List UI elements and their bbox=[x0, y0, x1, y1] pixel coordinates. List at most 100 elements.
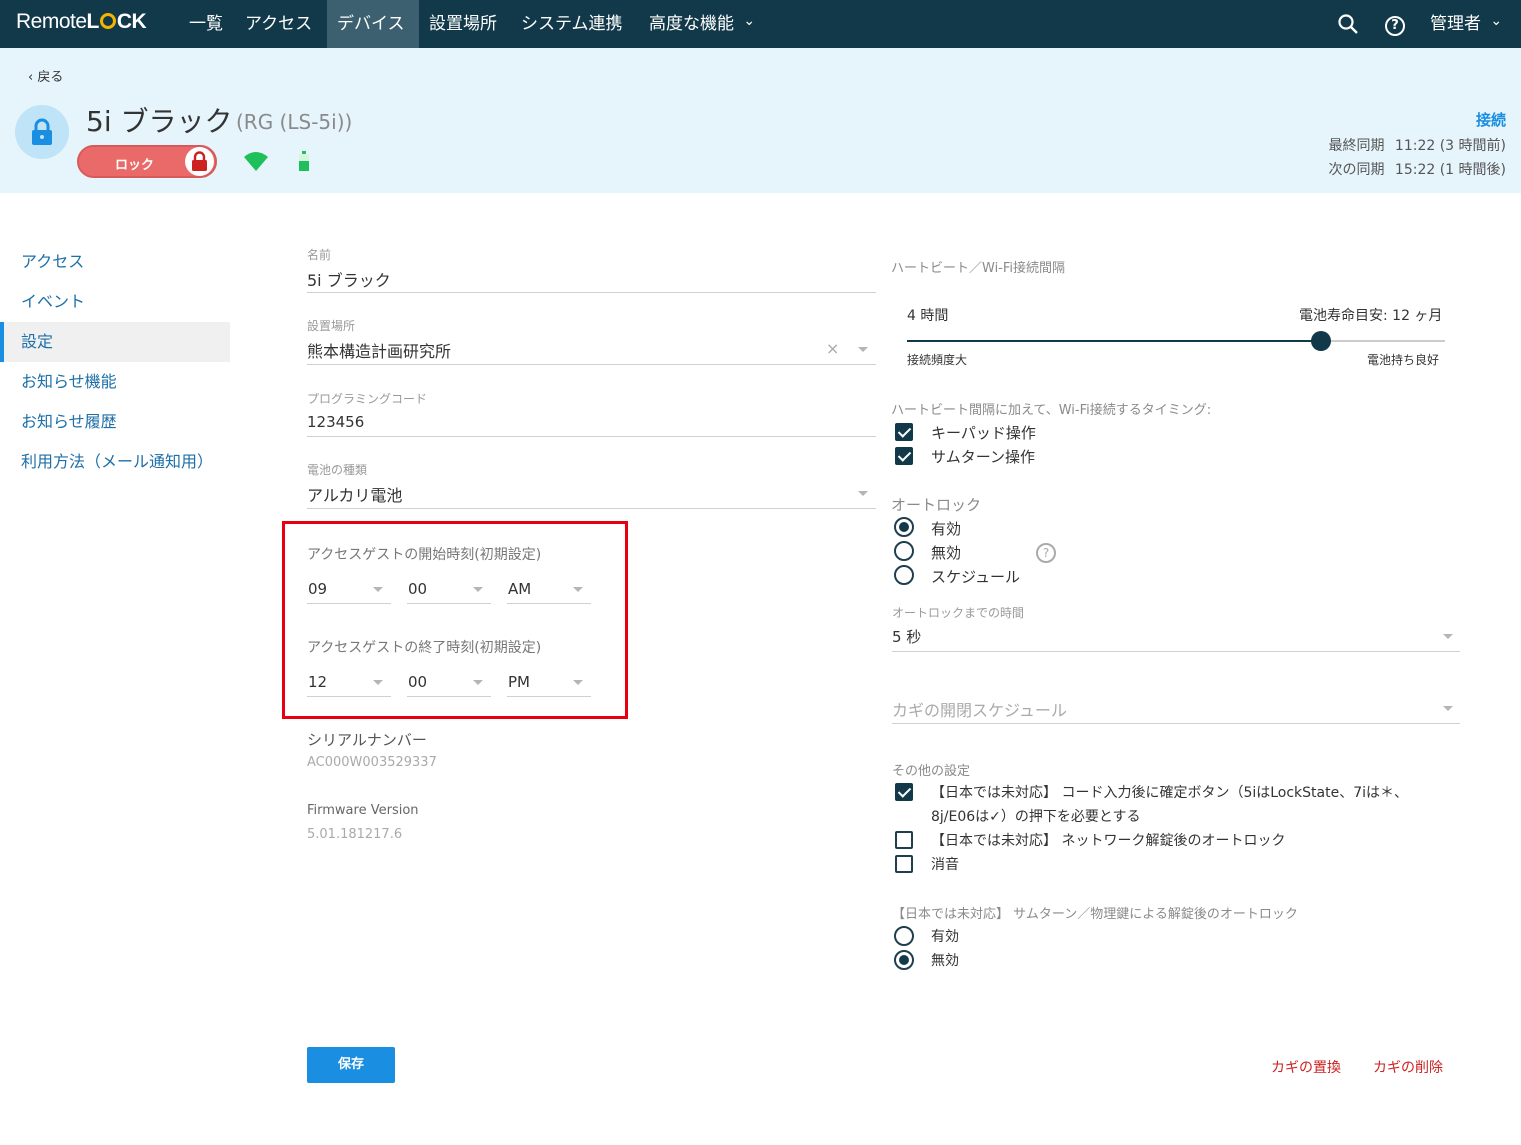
slider-right-label: 電池持ち良好 bbox=[1367, 353, 1440, 367]
keypad-label: キーパッド操作 bbox=[931, 424, 1036, 442]
lock-schedule-underline bbox=[892, 723, 1460, 724]
chevron-down-icon[interactable] bbox=[1443, 634, 1453, 639]
nav-item-list[interactable]: 一覧 bbox=[179, 0, 233, 48]
confirm-button-label-line1: 【日本では未対応】 コード入力後に確定ボタン（5iはLockState、7iは＊… bbox=[931, 785, 1409, 801]
lock-toggle-label: ロック bbox=[115, 158, 155, 173]
battery-type-label: 電池の種類 bbox=[307, 463, 368, 477]
nav-item-devices[interactable]: デバイス bbox=[327, 0, 419, 48]
next-sync-value: 15:22 (1 時間後) bbox=[1394, 162, 1506, 178]
wifi-timing-title: ハートビート間隔に加えて、Wi-Fi接続するタイミング: bbox=[891, 403, 1212, 418]
guest-start-ampm-select[interactable]: AM bbox=[508, 580, 531, 598]
nav-item-advanced[interactable]: 高度な機能 ⌄ bbox=[639, 0, 765, 48]
thumbturn-autolock-enabled-label: 有効 bbox=[931, 929, 959, 945]
chevron-down-icon[interactable] bbox=[473, 680, 483, 685]
thumbturn-label: サムターン操作 bbox=[931, 448, 1035, 466]
heartbeat-slider[interactable] bbox=[907, 330, 1445, 352]
autolock-delay-underline bbox=[892, 651, 1460, 652]
nav-item-integrations[interactable]: システム連携 bbox=[511, 0, 633, 48]
chevron-down-icon[interactable] bbox=[373, 587, 383, 592]
chevron-down-icon[interactable] bbox=[473, 587, 483, 592]
name-field[interactable]: 5i ブラック bbox=[307, 267, 391, 291]
delete-key-link[interactable]: カギの削除 bbox=[1373, 1057, 1443, 1077]
autolock-delay-select[interactable]: 5 秒 bbox=[892, 626, 921, 647]
thumbturn-autolock-enabled-radio[interactable] bbox=[894, 926, 914, 946]
logo-text: Remote bbox=[16, 10, 87, 33]
mute-checkbox[interactable] bbox=[895, 855, 913, 873]
chevron-down-icon[interactable] bbox=[573, 680, 583, 685]
chevron-down-icon: ⌄ bbox=[1490, 13, 1503, 29]
lock-icon bbox=[32, 118, 52, 145]
back-link[interactable]: ‹ 戻る bbox=[28, 66, 63, 85]
settings-sidebar: アクセス イベント 設定 お知らせ機能 お知らせ履歴 利用方法（メール通知用） bbox=[0, 242, 230, 482]
guest-end-ampm-select[interactable]: PM bbox=[508, 673, 530, 691]
chevron-down-icon[interactable] bbox=[573, 587, 583, 592]
chevron-down-icon: ⌄ bbox=[743, 13, 756, 29]
slider-fill bbox=[907, 340, 1322, 342]
lock-toggle[interactable]: ロック bbox=[77, 145, 217, 178]
slider-left-label: 接続頻度大 bbox=[907, 353, 968, 367]
firmware-value: 5.01.181217.6 bbox=[307, 827, 403, 842]
last-sync-label: 最終同期 bbox=[1328, 138, 1385, 154]
save-button[interactable]: 保存 bbox=[307, 1047, 395, 1083]
sidebar-item-notifications[interactable]: お知らせ機能 bbox=[0, 362, 230, 402]
autolock-disabled-label: 無効 bbox=[931, 544, 962, 562]
top-navbar: RemoteL CK 一覧 アクセス デバイス 設置場所 システム連携 高度な機能… bbox=[0, 0, 1521, 48]
battery-type-select[interactable]: アルカリ電池 bbox=[307, 482, 402, 506]
guest-end-ampm-underline bbox=[507, 696, 591, 697]
name-underline bbox=[307, 292, 876, 293]
guest-end-label: アクセスゲストの終了時刻(初期設定) bbox=[307, 640, 542, 656]
replace-key-link[interactable]: カギの置換 bbox=[1271, 1057, 1341, 1077]
keypad-checkbox[interactable] bbox=[895, 423, 913, 441]
logo-ring-icon bbox=[99, 13, 116, 29]
logo-text-bold: L bbox=[86, 10, 100, 33]
sidebar-item-access[interactable]: アクセス bbox=[0, 242, 230, 282]
next-sync-label: 次の同期 bbox=[1328, 162, 1385, 178]
lock-schedule-select[interactable]: カギの開閉スケジュール bbox=[892, 697, 1067, 721]
last-sync: 最終同期 11:22 (3 時間前) bbox=[1328, 135, 1506, 155]
serial-number-label: シリアルナンバー bbox=[307, 731, 427, 749]
network-autolock-checkbox[interactable] bbox=[895, 831, 913, 849]
nav-item-access[interactable]: アクセス bbox=[235, 0, 322, 48]
guest-end-minute-select[interactable]: 00 bbox=[408, 673, 427, 691]
wifi-icon bbox=[244, 151, 268, 175]
autolock-enabled-label: 有効 bbox=[931, 520, 962, 538]
search-icon[interactable] bbox=[1337, 0, 1359, 48]
slider-thumb[interactable] bbox=[1311, 331, 1332, 351]
guest-end-hour-underline bbox=[307, 696, 391, 697]
battery-type-underline bbox=[307, 508, 876, 509]
next-sync: 次の同期 15:22 (1 時間後) bbox=[1328, 159, 1506, 179]
location-underline bbox=[307, 364, 876, 365]
sidebar-item-usage[interactable]: 利用方法（メール通知用） bbox=[0, 442, 230, 482]
location-select[interactable]: 熊本構造計画研究所 bbox=[307, 338, 451, 362]
guest-end-hour-select[interactable]: 12 bbox=[308, 673, 327, 691]
thumbturn-checkbox[interactable] bbox=[895, 447, 913, 465]
guest-start-hour-select[interactable]: 09 bbox=[308, 580, 327, 598]
guest-start-minute-select[interactable]: 00 bbox=[408, 580, 427, 598]
sidebar-item-events[interactable]: イベント bbox=[0, 282, 230, 322]
thumbturn-autolock-disabled-radio[interactable] bbox=[894, 950, 914, 970]
guest-start-minute-underline bbox=[407, 603, 491, 604]
nav-item-locations[interactable]: 設置場所 bbox=[419, 0, 507, 48]
device-avatar bbox=[15, 105, 69, 159]
autolock-disabled-radio[interactable] bbox=[894, 541, 914, 561]
back-label: 戻る bbox=[37, 70, 64, 85]
chevron-down-icon[interactable] bbox=[858, 347, 868, 352]
connection-status: 接続 bbox=[1475, 111, 1506, 129]
question-icon[interactable]: ? bbox=[1036, 543, 1056, 563]
sidebar-item-settings[interactable]: 設定 bbox=[0, 322, 230, 362]
clear-icon[interactable]: × bbox=[826, 339, 839, 358]
chevron-down-icon[interactable] bbox=[1443, 706, 1453, 711]
autolock-schedule-radio[interactable] bbox=[894, 565, 914, 585]
help-icon[interactable]: ? bbox=[1385, 0, 1405, 48]
logo-text-bold-2: CK bbox=[116, 10, 147, 33]
programming-code-field[interactable]: 123456 bbox=[307, 413, 364, 431]
autolock-enabled-radio[interactable] bbox=[894, 517, 914, 537]
autolock-delay-label: オートロックまでの時間 bbox=[892, 606, 1025, 620]
sidebar-item-notification-history[interactable]: お知らせ履歴 bbox=[0, 402, 230, 442]
autolock-schedule-label: スケジュール bbox=[931, 568, 1020, 586]
chevron-down-icon[interactable] bbox=[858, 491, 868, 496]
remotelock-logo[interactable]: RemoteL CK bbox=[16, 10, 147, 34]
user-menu[interactable]: 管理者 ⌄ bbox=[1430, 0, 1502, 48]
chevron-down-icon[interactable] bbox=[373, 680, 383, 685]
confirm-button-checkbox[interactable] bbox=[895, 783, 913, 801]
